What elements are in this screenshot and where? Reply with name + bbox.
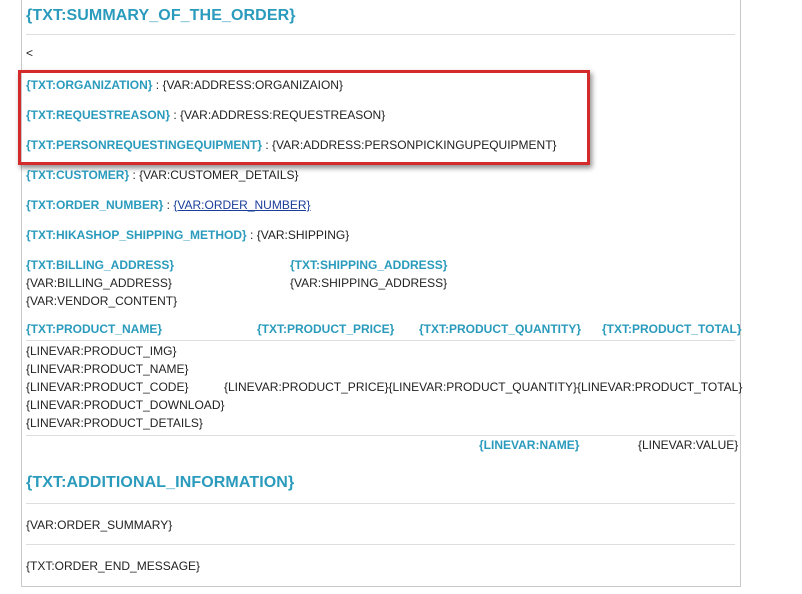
product-name-line: {LINEVAR:PRODUCT_NAME} (26, 362, 189, 376)
product-img-line: {LINEVAR:PRODUCT_IMG} (26, 344, 177, 358)
separator: : (152, 78, 163, 92)
separator: : (129, 168, 140, 182)
product-code-line: {LINEVAR:PRODUCT_CODE} (26, 380, 189, 394)
product-total-text: {LINEVAR:PRODUCT_TOTAL} (576, 380, 743, 394)
summary-heading: {TXT:SUMMARY_OF_THE_ORDER} (26, 7, 296, 24)
divider (26, 34, 735, 35)
shipping-method-row: {TXT:HIKASHOP_SHIPPING_METHOD} : {VAR:SH… (26, 228, 349, 242)
product-name-header: {TXT:PRODUCT_NAME} (26, 322, 163, 336)
order-number-row: {TXT:ORDER_NUMBER} : {VAR:ORDER_NUMBER} (26, 198, 311, 212)
product-price-text: {LINEVAR:PRODUCT_PRICE} (224, 380, 389, 394)
table-divider (26, 435, 735, 436)
shipping-method-label: {TXT:HIKASHOP_SHIPPING_METHOD} (26, 228, 247, 242)
product-quantity-header: {TXT:PRODUCT_QUANTITY} (419, 322, 582, 336)
customer-label: {TXT:CUSTOMER} (26, 168, 130, 182)
product-quantity-text: {LINEVAR:PRODUCT_QUANTITY} (388, 380, 577, 394)
additional-info-heading: {TXT:ADDITIONAL_INFORMATION} (26, 474, 295, 491)
organization-value: {VAR:ADDRESS:ORGANIZAION} (162, 78, 343, 92)
shipping-address-value: {VAR:SHIPPING_ADDRESS} (290, 276, 448, 290)
request-reason-label: {TXT:REQUESTREASON} (26, 108, 171, 122)
totals-name: {LINEVAR:NAME} (479, 438, 580, 452)
person-requesting-value: {VAR:ADDRESS:PERSONPICKINGUPEQUIPMENT} (272, 138, 557, 152)
vendor-content: {VAR:VENDOR_CONTENT} (26, 294, 178, 308)
request-reason-row: {TXT:REQUESTREASON} : {VAR:ADDRESS:REQUE… (26, 108, 385, 122)
order-summary: {VAR:ORDER_SUMMARY} (26, 518, 173, 532)
separator: : (246, 228, 257, 242)
customer-value: {VAR:CUSTOMER_DETAILS} (139, 168, 299, 182)
product-price-value: {LINEVAR:PRODUCT_PRICE}{LINEVAR:PRODUCT_… (224, 380, 742, 394)
divider (26, 503, 735, 504)
stray-char: < (26, 46, 34, 60)
table-divider (26, 340, 735, 341)
separator: : (170, 108, 181, 122)
product-price-header: {TXT:PRODUCT_PRICE} (257, 322, 395, 336)
request-reason-value: {VAR:ADDRESS:REQUESTREASON} (180, 108, 386, 122)
billing-address-value: {VAR:BILLING_ADDRESS} (26, 276, 172, 290)
separator: : (163, 198, 174, 212)
order-end-message: {TXT:ORDER_END_MESSAGE} (26, 559, 201, 573)
organization-label: {TXT:ORGANIZATION} (26, 78, 153, 92)
product-total-header: {TXT:PRODUCT_TOTAL} (602, 322, 742, 336)
organization-row: {TXT:ORGANIZATION} : {VAR:ADDRESS:ORGANI… (26, 78, 343, 92)
order-number-link[interactable]: {VAR:ORDER_NUMBER} (173, 198, 310, 212)
person-requesting-row: {TXT:PERSONREQUESTINGEQUIPMENT} : {VAR:A… (26, 138, 557, 152)
separator: : (262, 138, 273, 152)
customer-row: {TXT:CUSTOMER} : {VAR:CUSTOMER_DETAILS} (26, 168, 299, 182)
order-number-label: {TXT:ORDER_NUMBER} (26, 198, 164, 212)
billing-address-label: {TXT:BILLING_ADDRESS} (26, 258, 175, 272)
shipping-address-label: {TXT:SHIPPING_ADDRESS} (290, 258, 448, 272)
shipping-method-value: {VAR:SHIPPING} (256, 228, 350, 242)
product-details-line: {LINEVAR:PRODUCT_DETAILS} (26, 416, 203, 430)
divider (26, 544, 735, 545)
product-download-line: {LINEVAR:PRODUCT_DOWNLOAD} (26, 398, 225, 412)
totals-value: {LINEVAR:VALUE} (638, 438, 739, 452)
person-requesting-label: {TXT:PERSONREQUESTINGEQUIPMENT} (26, 138, 263, 152)
